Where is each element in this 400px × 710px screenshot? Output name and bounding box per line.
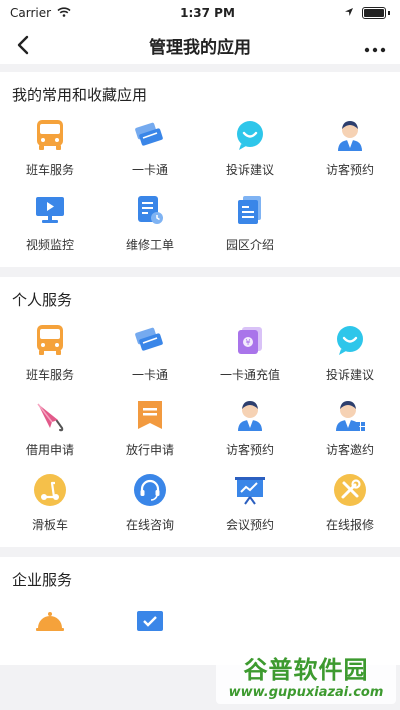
svg-text:¥: ¥ xyxy=(245,338,250,347)
wifi-icon xyxy=(57,6,71,20)
bus-icon xyxy=(32,322,68,358)
watermark-title: 谷普软件园 xyxy=(243,656,369,684)
presentation-icon xyxy=(232,472,268,508)
chat-bubble-icon xyxy=(232,117,268,153)
app-label: 一卡通充值 xyxy=(219,368,280,382)
app-label: 视频监控 xyxy=(25,238,74,252)
watermark: 谷普软件园 www.gupuxiazai.com xyxy=(216,648,396,704)
section-1: 个人服务班车服务 一卡通 ¥ 一卡通充值 投诉建议借用申请 放行申请 访客预约 访客邀约滑板车… xyxy=(0,277,400,547)
app-label: 班车服务 xyxy=(25,368,74,382)
app-label: 在线咨询 xyxy=(125,518,174,532)
monitor-icon xyxy=(32,192,68,228)
back-button[interactable] xyxy=(10,32,36,58)
app-label: 访客预约 xyxy=(325,163,374,177)
app-label: 投诉建议 xyxy=(225,163,274,177)
app-grid: 班车服务 一卡通 投诉建议 访客预约视频监控 维修工单 园区介绍 xyxy=(0,117,400,261)
section-0: 我的常用和收藏应用班车服务 一卡通 投诉建议 访客预约视频监控 维修工单 园区介绍 xyxy=(0,72,400,267)
visitor-icon xyxy=(232,397,268,433)
app-label: 会议预约 xyxy=(225,518,274,532)
app-tile[interactable]: ¥ 一卡通充值 xyxy=(200,322,300,383)
tools-icon xyxy=(332,472,368,508)
app-label: 访客邀约 xyxy=(325,443,374,457)
app-label: 放行申请 xyxy=(125,443,174,457)
battery-icon xyxy=(362,7,386,19)
app-label: 一卡通 xyxy=(131,368,168,382)
time-label: 1:37 PM xyxy=(180,6,235,20)
document-icon xyxy=(232,192,268,228)
app-tile[interactable]: 视频监控 xyxy=(0,192,100,253)
chat-bubble-icon xyxy=(332,322,368,358)
app-label: 投诉建议 xyxy=(325,368,374,382)
app-label: 园区介绍 xyxy=(225,238,274,252)
app-label: 一卡通 xyxy=(131,163,168,177)
visitor-icon xyxy=(332,117,368,153)
spacer xyxy=(0,64,400,72)
carrier-label: Carrier xyxy=(10,6,52,20)
umbrella-icon xyxy=(32,397,68,433)
scooter-icon xyxy=(32,472,68,508)
app-tile[interactable]: 一卡通 xyxy=(100,117,200,178)
app-tile[interactable]: 滑板车 xyxy=(0,472,100,533)
nav-bar: 管理我的应用 xyxy=(0,26,400,64)
app-tile[interactable]: 访客邀约 xyxy=(300,397,400,458)
battery-tip xyxy=(388,11,390,15)
app-label: 访客预约 xyxy=(225,443,274,457)
status-bar: Carrier 1:37 PM xyxy=(0,0,400,26)
service-bell-icon xyxy=(32,602,68,638)
app-tile[interactable]: 借用申请 xyxy=(0,397,100,458)
app-tile[interactable]: 维修工单 xyxy=(100,192,200,253)
app-tile[interactable]: 一卡通 xyxy=(100,322,200,383)
chevron-left-icon xyxy=(17,35,29,55)
section-title: 我的常用和收藏应用 xyxy=(12,86,148,104)
headset-icon xyxy=(132,472,168,508)
app-tile[interactable]: 投诉建议 xyxy=(200,117,300,178)
app-tile[interactable]: 在线报修 xyxy=(300,472,400,533)
more-button[interactable] xyxy=(364,34,386,58)
app-grid xyxy=(0,602,400,654)
page-title: 管理我的应用 xyxy=(149,37,251,58)
section-title: 企业服务 xyxy=(12,571,73,589)
app-tile[interactable]: 会议预约 xyxy=(200,472,300,533)
work-order-icon xyxy=(132,192,168,228)
app-tile[interactable]: 在线咨询 xyxy=(100,472,200,533)
sections-container: 我的常用和收藏应用 班车服务 一卡通 投诉建议 访客预约 视频监控 维修工单 园区介绍 个人服务… xyxy=(0,72,400,665)
app-label: 班车服务 xyxy=(25,163,74,177)
app-tile[interactable]: 访客预约 xyxy=(200,397,300,458)
app-tile[interactable]: 班车服务 xyxy=(0,322,100,383)
app-grid: 班车服务 一卡通 ¥ 一卡通充值 投诉建议借用申请 放行申请 访客预约 访客邀约滑板车 在线咨询… xyxy=(0,322,400,541)
app-tile[interactable] xyxy=(100,602,200,646)
cards-icon xyxy=(132,117,168,153)
location-arrow-icon xyxy=(344,6,354,20)
app-tile[interactable]: 投诉建议 xyxy=(300,322,400,383)
app-tile[interactable] xyxy=(0,602,100,646)
app-tile[interactable]: 班车服务 xyxy=(0,117,100,178)
app-tile[interactable]: 园区介绍 xyxy=(200,192,300,253)
app-label: 维修工单 xyxy=(125,238,174,252)
app-tile[interactable]: 放行申请 xyxy=(100,397,200,458)
visitor-invite-icon xyxy=(332,397,368,433)
bus-icon xyxy=(32,117,68,153)
app-label: 借用申请 xyxy=(25,443,74,457)
app-label: 在线报修 xyxy=(325,518,374,532)
section-title: 个人服务 xyxy=(12,291,73,309)
check-mail-icon xyxy=(132,602,168,638)
watermark-url: www.gupuxiazai.com xyxy=(228,685,384,700)
app-tile[interactable]: 访客预约 xyxy=(300,117,400,178)
app-label: 滑板车 xyxy=(31,518,68,532)
recharge-icon: ¥ xyxy=(232,322,268,358)
pass-icon xyxy=(132,397,168,433)
more-dots-icon xyxy=(364,47,386,53)
cards-icon xyxy=(132,322,168,358)
